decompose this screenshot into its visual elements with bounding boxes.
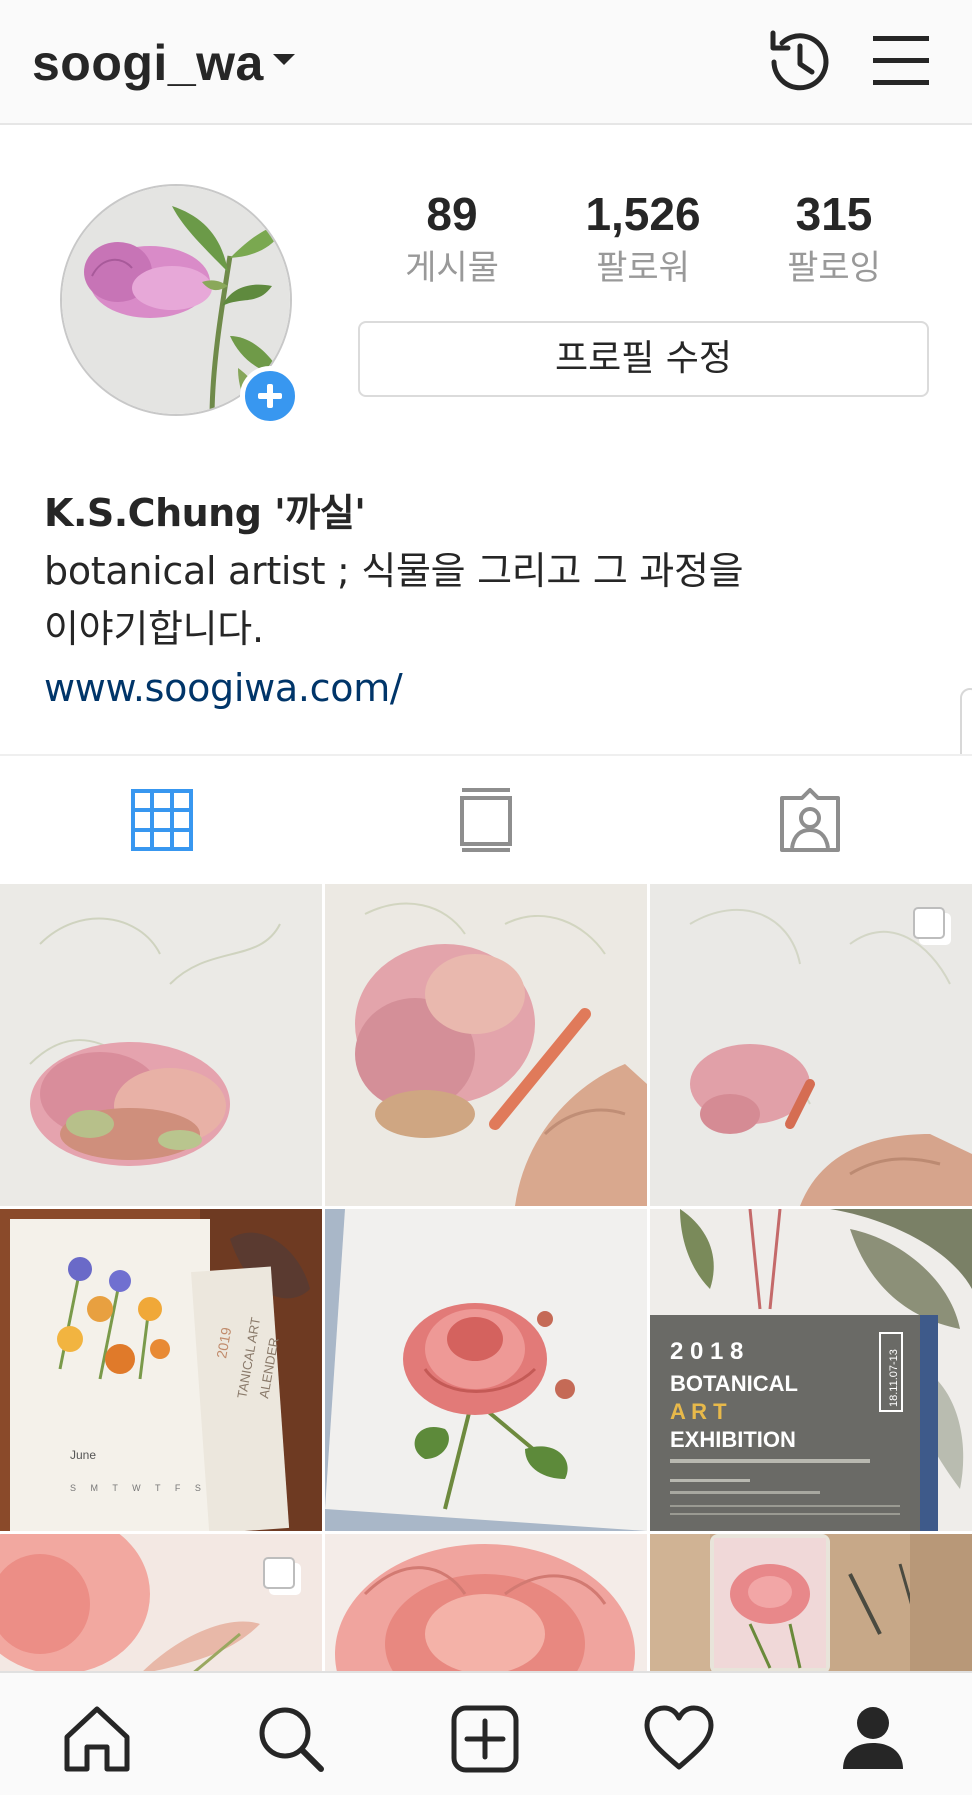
profile-bio: K.S.Chung '까실' botanical artist ; 식물을 그리…	[44, 484, 924, 718]
bio-website-link[interactable]: www.soogiwa.com/	[44, 658, 924, 718]
post-thumbnail[interactable]: 2019 TANICAL ART ALENDER June S M T W T …	[0, 1209, 322, 1531]
home-icon	[64, 1706, 130, 1772]
post-thumbnail[interactable]	[325, 1534, 647, 1674]
poster-line3-text: EXHIBITION	[670, 1427, 796, 1452]
profile-icon	[843, 1707, 903, 1769]
add-post-icon	[451, 1705, 519, 1773]
multiple-photos-icon	[263, 1557, 301, 1595]
tab-feed[interactable]	[324, 756, 648, 886]
nav-profile[interactable]	[776, 1673, 970, 1795]
edit-profile-button[interactable]: 프로필 수정	[358, 321, 929, 397]
followers-count-value: 1,526	[585, 188, 701, 240]
calendar-weekdays-text: S M T W T F S	[70, 1483, 207, 1493]
following-count[interactable]: 315 팔로잉	[744, 186, 924, 294]
posts-count[interactable]: 89 게시물	[362, 186, 542, 294]
activity-heart-icon	[644, 1705, 714, 1770]
nav-home[interactable]	[0, 1673, 194, 1795]
bio-text: botanical artist ; 식물을 그리고 그 과정을 이야기합니다.	[44, 549, 744, 651]
username-switcher[interactable]: soogi_wa	[32, 34, 264, 92]
post-thumbnail[interactable]: 2 0 1 8 BOTANICAL A R T EXHIBITION 18.11…	[650, 1209, 972, 1531]
poster-line2-text: A R T	[670, 1399, 727, 1424]
history-icon[interactable]	[760, 24, 836, 100]
poster-line1-text: BOTANICAL	[670, 1371, 798, 1396]
add-story-icon[interactable]	[240, 366, 300, 426]
posts-grid: 2019 TANICAL ART ALENDER June S M T W T …	[0, 884, 972, 1674]
multiple-photos-icon	[913, 907, 951, 945]
poster-dates-text: 18.11.07-13	[888, 1349, 900, 1407]
following-count-value: 315	[795, 188, 873, 240]
following-count-label: 팔로잉	[787, 248, 881, 288]
nav-search[interactable]	[194, 1673, 388, 1795]
grid-icon	[131, 789, 193, 851]
top-bar: soogi_wa	[0, 0, 972, 125]
bottom-navigation	[0, 1671, 972, 1795]
posts-count-value: 89	[426, 188, 478, 240]
feed-icon	[460, 788, 512, 852]
nav-new-post[interactable]	[388, 1673, 582, 1795]
followers-count[interactable]: 1,526 팔로워	[553, 186, 733, 294]
chevron-down-icon[interactable]	[273, 54, 295, 65]
menu-icon[interactable]	[865, 24, 941, 100]
tab-tagged[interactable]	[648, 756, 972, 886]
followers-count-label: 팔로워	[596, 248, 690, 288]
poster-year-text: 2 0 1 8	[670, 1338, 743, 1365]
search-icon	[259, 1707, 324, 1772]
profile-tabs	[0, 754, 972, 884]
tab-grid[interactable]	[0, 756, 324, 886]
post-thumbnail[interactable]	[650, 1534, 972, 1674]
post-thumbnail[interactable]	[325, 884, 647, 1206]
post-thumbnail[interactable]	[325, 1209, 647, 1531]
post-thumbnail[interactable]	[650, 884, 972, 1206]
bio-name: K.S.Chung '까실'	[44, 491, 366, 535]
posts-count-label: 게시물	[405, 248, 499, 288]
tagged-icon	[780, 788, 840, 852]
post-thumbnail[interactable]	[0, 884, 322, 1206]
calendar-month-text: June	[70, 1448, 96, 1462]
post-thumbnail[interactable]	[0, 1534, 322, 1674]
nav-activity[interactable]	[582, 1673, 776, 1795]
